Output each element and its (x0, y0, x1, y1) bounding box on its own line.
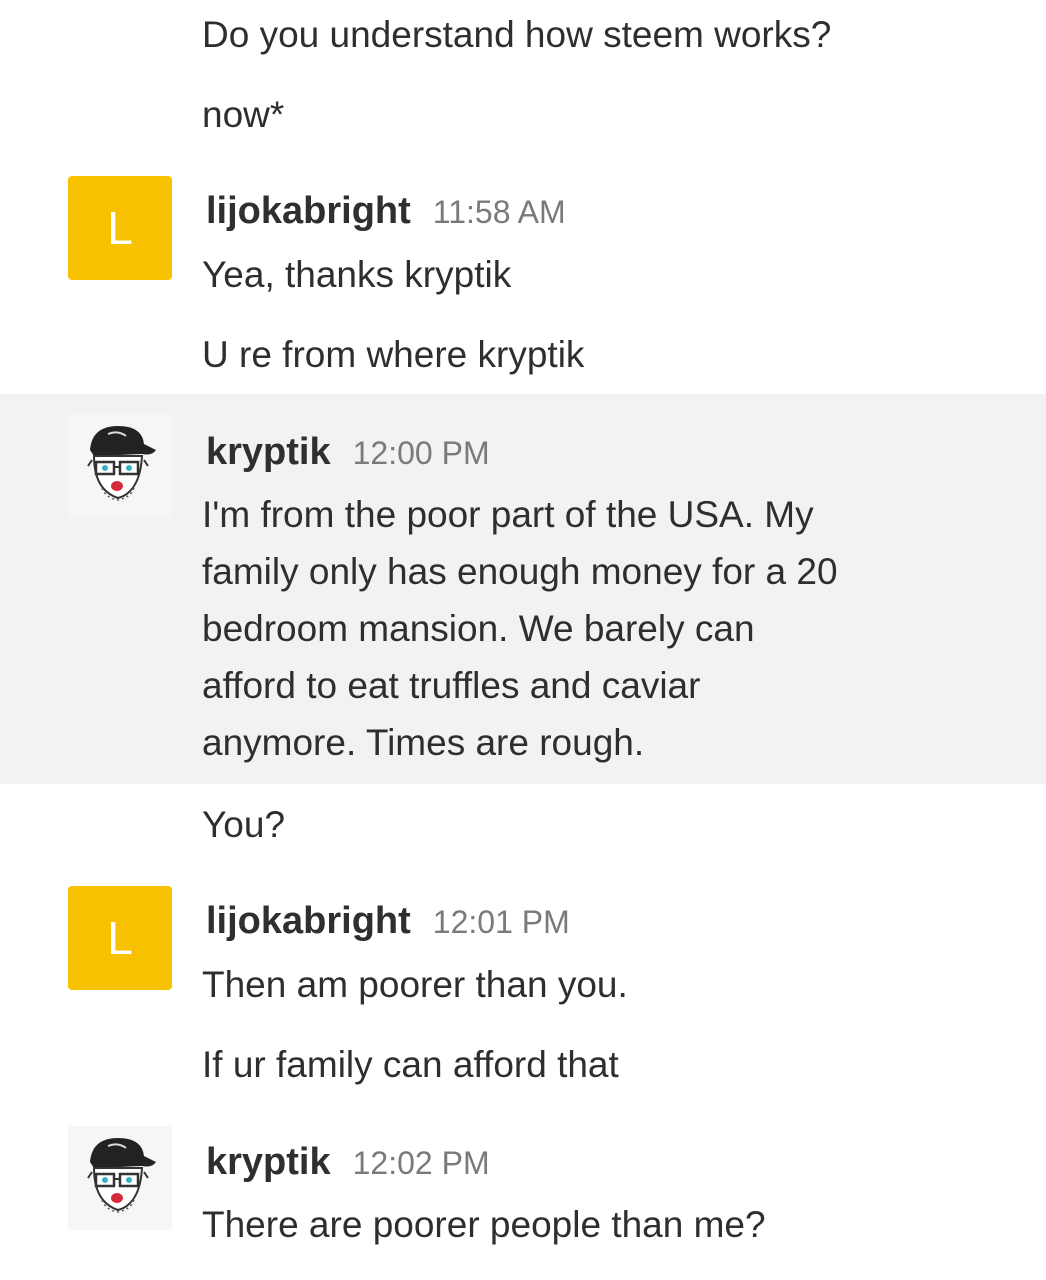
user-avatar-letter[interactable]: L (68, 176, 172, 280)
message-text: Do you understand how steem works? (202, 14, 832, 55)
username[interactable]: lijokabright (206, 190, 411, 232)
timestamp: 12:01 PM (432, 904, 570, 940)
cartoon-face-avatar-icon (68, 1126, 172, 1230)
message-text: now* (202, 94, 285, 135)
message-text-line: bedroom mansion. We barely can (202, 608, 755, 649)
message-text: U re from where kryptik (202, 334, 585, 375)
message-text: There are poorer people than me? (202, 1204, 766, 1245)
username[interactable]: lijokabright (206, 900, 411, 942)
message-text-line: family only has enough money for a 20 (202, 551, 838, 592)
message-text-line: afford to eat truffles and caviar (202, 665, 701, 706)
message-text: Yea, thanks kryptik (202, 254, 512, 295)
user-avatar-photo[interactable] (68, 414, 172, 518)
username[interactable]: kryptik (206, 1141, 331, 1183)
timestamp: 12:00 PM (352, 435, 490, 471)
message-text-line: anymore. Times are rough. (202, 722, 645, 763)
cartoon-face-avatar-icon (68, 414, 172, 518)
message-text: You? (202, 804, 286, 845)
message-text: I'm from the poor part of the USA. My fa… (202, 486, 922, 771)
message-header: lijokabright 11:58 AM (206, 186, 566, 236)
message-header: kryptik 12:00 PM (206, 427, 490, 477)
timestamp: 11:58 AM (432, 194, 566, 230)
message-header: lijokabright 12:01 PM (206, 896, 570, 946)
user-avatar-photo[interactable] (68, 1126, 172, 1230)
username[interactable]: kryptik (206, 431, 331, 473)
message-text-line: I'm from the poor part of the USA. My (202, 494, 814, 535)
chat-message-list: Do you understand how steem works? now* … (0, 0, 1046, 1280)
message-text: If ur family can afford that (202, 1044, 619, 1085)
user-avatar-letter[interactable]: L (68, 886, 172, 990)
timestamp: 12:02 PM (352, 1145, 490, 1181)
message-text: Then am poorer than you. (202, 964, 628, 1005)
message-header: kryptik 12:02 PM (206, 1137, 490, 1187)
